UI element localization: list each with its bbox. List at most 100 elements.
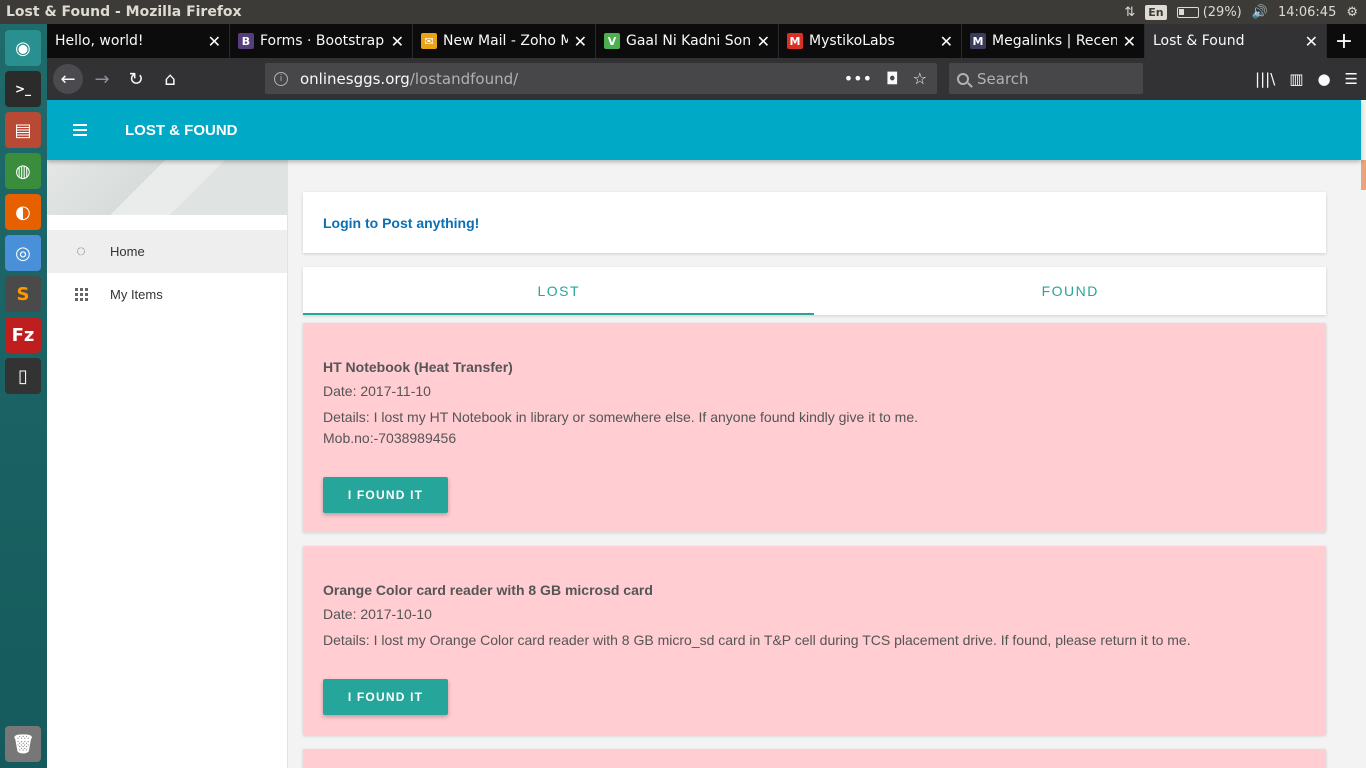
browser-tab[interactable]: B Forms · Bootstrap ✕ [230, 24, 413, 58]
chrome-icon[interactable]: ◎ [5, 235, 41, 271]
close-icon[interactable]: ✕ [208, 32, 221, 51]
close-icon[interactable]: ✕ [940, 32, 953, 51]
lost-item-card: Orange Color card reader with 8 GB micro… [303, 546, 1326, 735]
tab-lost[interactable]: LOST [303, 267, 815, 315]
item-title: Orange Color card reader with 8 GB micro… [323, 582, 653, 598]
lost-found-tabs: LOST FOUND [303, 267, 1326, 315]
library-icon[interactable]: |||\ [1255, 70, 1275, 88]
item-details: Details: I lost my Orange Color card rea… [323, 632, 1191, 648]
login-card: Login to Post anything! [303, 192, 1326, 253]
bootstrap-favicon-icon: B [238, 33, 254, 49]
window-title: Lost & Found - Mozilla Firefox [6, 4, 242, 20]
tab-label: Megalinks | Recent [992, 33, 1117, 49]
page-actions-ellipsis-icon[interactable]: ••• [844, 69, 872, 88]
volume-icon[interactable]: 🔊 [1252, 5, 1268, 20]
browser-tab-active[interactable]: Lost & Found ✕ [1145, 24, 1327, 58]
lost-item-card [303, 749, 1326, 768]
browser-tab[interactable]: M Megalinks | Recent ✕ [962, 24, 1145, 58]
forward-arrow-icon[interactable]: → [87, 64, 117, 94]
sublime-text-icon[interactable]: S [5, 276, 41, 312]
url-text[interactable]: onlinesggs.org/lostandfound/ [300, 70, 518, 88]
tab-indicator [303, 313, 814, 315]
close-icon[interactable]: ✕ [1305, 32, 1318, 51]
trash-icon[interactable]: 🗑 [5, 726, 41, 762]
close-icon[interactable]: ✕ [391, 32, 404, 51]
drawer-item-label: Home [110, 244, 145, 259]
home-icon[interactable]: ⌂ [155, 64, 185, 94]
close-icon[interactable]: ✕ [757, 32, 770, 51]
i-found-it-button[interactable]: I FOUND IT [323, 477, 448, 513]
reload-icon[interactable]: ↻ [121, 64, 151, 94]
search-icon [957, 72, 969, 85]
globe-icon[interactable]: ◍ [5, 153, 41, 189]
browser-tab[interactable]: M MystikoLabs ✕ [779, 24, 962, 58]
info-icon[interactable]: i [274, 71, 288, 86]
filezilla-icon[interactable]: Fz [5, 317, 41, 353]
item-title: HT Notebook (Heat Transfer) [323, 359, 513, 375]
browser-tab[interactable]: ✉ New Mail - Zoho M ✕ [413, 24, 596, 58]
mail-favicon-icon: ✉ [421, 33, 437, 49]
scrollbar-thumb[interactable] [1361, 160, 1366, 190]
file-manager-icon[interactable]: ▤ [5, 112, 41, 148]
gmail-favicon-icon: M [787, 33, 803, 49]
unity-launcher: ◉ >_ ▤ ◍ ◐ ◎ S Fz ▯ 🗑 [0, 24, 47, 768]
pocket-icon[interactable]: ◘ [886, 69, 899, 88]
url-bar[interactable]: i onlinesggs.org/lostandfound/ ••• ◘ ☆ [265, 63, 937, 94]
drawer-item-label: My Items [110, 287, 163, 302]
item-date: Date: 2017-10-10 [323, 606, 432, 622]
url-path: /lostandfound/ [409, 69, 519, 88]
os-top-panel: Lost & Found - Mozilla Firefox ⇅ En (29%… [0, 0, 1366, 24]
drawer-item-my-items[interactable]: My Items [47, 273, 287, 316]
phone-icon[interactable]: ▯ [5, 358, 41, 394]
app-title: LOST & FOUND [125, 121, 238, 139]
tab-label: New Mail - Zoho M [443, 33, 568, 49]
search-input[interactable]: Search [949, 63, 1143, 94]
url-host: onlinesggs.org [300, 69, 410, 88]
battery-indicator[interactable]: (29%) [1176, 5, 1242, 20]
browser-tab-bar: Hello, world! ✕ B Forms · Bootstrap ✕ ✉ … [47, 24, 1366, 58]
browser-tab[interactable]: V Gaal Ni Kadni Song ✕ [596, 24, 779, 58]
bookmark-star-icon[interactable]: ☆ [913, 69, 927, 88]
apps-grid-icon [71, 285, 91, 305]
search-placeholder: Search [977, 69, 1029, 88]
i-found-it-button[interactable]: I FOUND IT [323, 679, 448, 715]
terminal-icon[interactable]: >_ [5, 71, 41, 107]
tab-label: Hello, world! [55, 33, 144, 49]
web-page: LOST & FOUND ◌ Home My Items Login to Po… [47, 100, 1366, 768]
app-header: LOST & FOUND [47, 100, 1361, 160]
new-tab-plus-icon[interactable]: + [1327, 24, 1361, 58]
login-link[interactable]: Login to Post anything! [323, 215, 479, 231]
close-icon[interactable]: ✕ [574, 32, 587, 51]
tab-label: Gaal Ni Kadni Song [626, 33, 751, 49]
palette-icon: ◌ [76, 242, 86, 260]
keyboard-layout-indicator[interactable]: En [1145, 4, 1167, 20]
item-contact: Mob.no:-7038989456 [323, 430, 457, 446]
network-icon[interactable]: ⇅ [1124, 5, 1135, 20]
url-actions: ••• ◘ ☆ [844, 69, 937, 88]
page-scrollbar[interactable] [1361, 100, 1366, 768]
item-details: Details: I lost my HT Notebook in librar… [323, 409, 919, 425]
item-date: Date: 2017-11-10 [323, 383, 431, 399]
back-arrow-icon[interactable]: ← [53, 64, 83, 94]
ubuntu-dash-icon[interactable]: ◉ [5, 30, 41, 66]
vagalume-favicon-icon: V [604, 33, 620, 49]
browser-toolbar: ← → ↻ ⌂ i onlinesggs.org/lostandfound/ •… [47, 58, 1366, 100]
firefox-icon[interactable]: ◐ [5, 194, 41, 230]
drawer-header-image [47, 160, 288, 215]
clock[interactable]: 14:06:45 [1278, 5, 1336, 20]
menu-icon[interactable]: ☰ [1345, 70, 1358, 88]
browser-tab[interactable]: Hello, world! ✕ [47, 24, 230, 58]
close-icon[interactable]: ✕ [1123, 32, 1136, 51]
tab-label: Lost & Found [1153, 33, 1245, 49]
main-content: Login to Post anything! LOST FOUND HT No… [303, 192, 1326, 768]
lost-item-card: HT Notebook (Heat Transfer) Date: 2017-1… [303, 323, 1326, 532]
tab-found[interactable]: FOUND [815, 267, 1327, 315]
megalinks-favicon-icon: M [970, 33, 986, 49]
hamburger-menu-icon[interactable] [73, 124, 87, 136]
toolbar-right: |||\ ▥ ● ☰ [1255, 64, 1358, 94]
battery-icon [1176, 6, 1199, 18]
extension-icon[interactable]: ● [1317, 70, 1330, 88]
drawer-item-home[interactable]: ◌ Home [47, 230, 287, 273]
settings-gear-icon[interactable]: ⚙ [1346, 5, 1358, 20]
sidebar-icon[interactable]: ▥ [1289, 70, 1303, 88]
